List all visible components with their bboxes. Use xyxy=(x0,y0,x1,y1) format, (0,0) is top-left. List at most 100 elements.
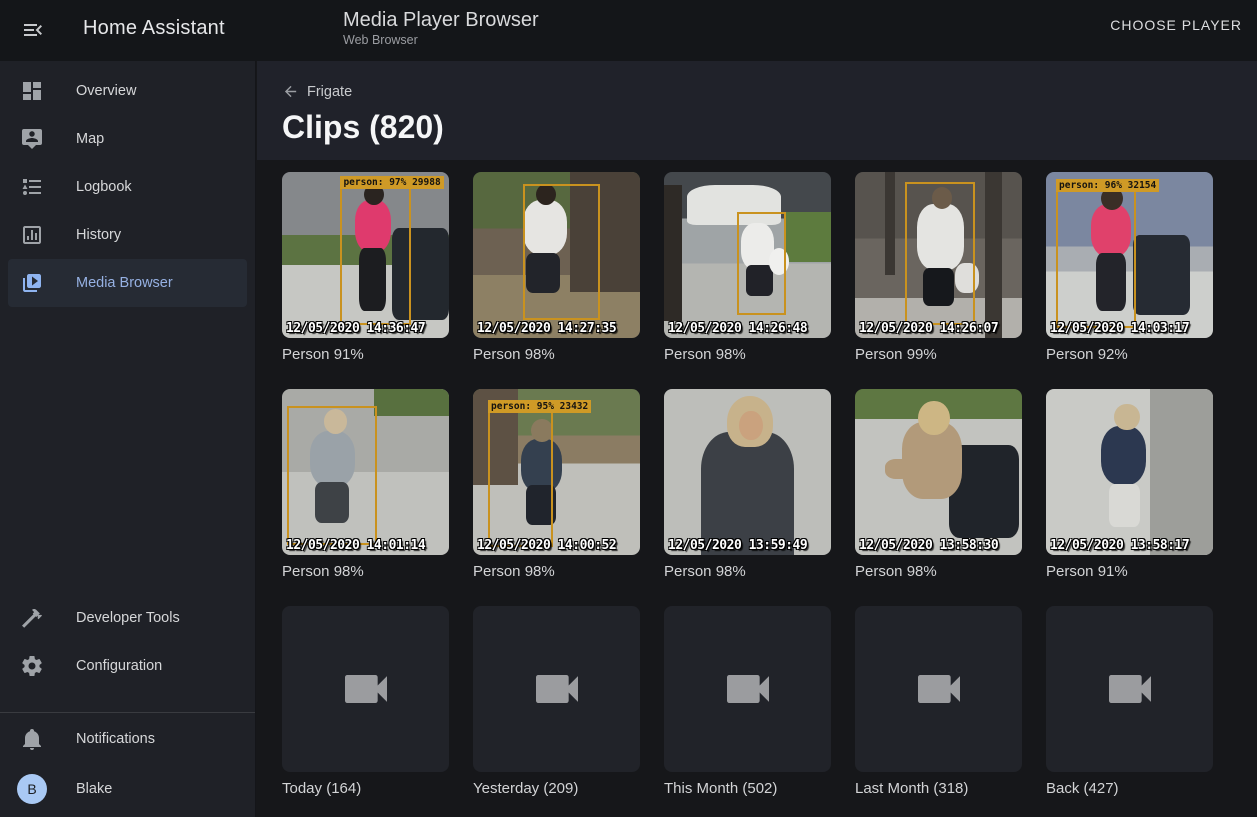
clip-label: Person 98% xyxy=(855,563,1022,580)
format-list-icon xyxy=(20,175,44,199)
hammer-icon xyxy=(20,606,44,630)
clip-timestamp: 12/05/2020 14:00:52 xyxy=(477,538,616,553)
clip-tile[interactable]: 12/05/2020 14:26:07 Person 99% xyxy=(855,172,1022,363)
scene-shape xyxy=(1109,484,1139,527)
folder-tile-back-427[interactable]: Back (427) xyxy=(1046,606,1213,797)
clip-label: Person 98% xyxy=(282,563,449,580)
clip-timestamp: 12/05/2020 14:01:14 xyxy=(286,538,425,553)
sidebar-item-overview[interactable]: Overview xyxy=(8,67,247,115)
menu-open-icon[interactable] xyxy=(20,18,46,44)
clip-timestamp: 12/05/2020 13:58:30 xyxy=(859,538,998,553)
detection-box: person: 97% 29988 xyxy=(340,187,410,325)
clip-tile[interactable]: person: 95% 2343212/05/2020 14:00:52 Pers… xyxy=(473,389,640,580)
detection-box xyxy=(905,182,975,325)
cog-icon xyxy=(20,654,44,678)
clip-tile[interactable]: 12/05/2020 14:26:48Person 98% xyxy=(664,172,831,363)
scene-shape xyxy=(1101,426,1146,486)
clip-thumbnail: 12/05/2020 14:27:35 xyxy=(473,172,640,338)
scene-shape xyxy=(701,432,795,555)
clip-thumbnail: 12/05/2020 14:01:14 xyxy=(282,389,449,555)
app-bar: Home Assistant Media Player Browser Web … xyxy=(0,0,1257,61)
clip-thumbnail: 12/05/2020 13:58:17 xyxy=(1046,389,1213,555)
clip-tile[interactable]: 12/05/2020 13:58:17 Person 91% xyxy=(1046,389,1213,580)
detection-box: person: 95% 23432 xyxy=(488,411,553,547)
sidebar-item-label: Logbook xyxy=(76,179,132,195)
detection-box: person: 96% 32154 xyxy=(1056,190,1136,328)
folder-thumbnail xyxy=(282,606,449,772)
scene-shape xyxy=(1133,235,1190,315)
folder-label: Today (164) xyxy=(282,780,449,797)
sidebar-item-label: Media Browser xyxy=(76,275,173,291)
folder-thumbnail xyxy=(855,606,1022,772)
scene-shape xyxy=(739,411,762,441)
clip-label: Person 91% xyxy=(282,346,449,363)
detection-label: person: 97% 29988 xyxy=(340,176,443,189)
folder-label: This Month (502) xyxy=(664,780,831,797)
clip-label: Person 99% xyxy=(855,346,1022,363)
play-box-multiple-icon xyxy=(20,271,44,295)
video-icon xyxy=(720,661,776,717)
scene-shape xyxy=(664,185,682,321)
content-header: Frigate Clips (820) xyxy=(257,61,1257,160)
sidebar-item-map[interactable]: Map xyxy=(8,115,247,163)
folder-thumbnail xyxy=(473,606,640,772)
clip-tile[interactable]: person: 97% 2998812/05/2020 14:36:47Pers… xyxy=(282,172,449,363)
clip-timestamp: 12/05/2020 14:27:35 xyxy=(477,321,616,336)
detection-box xyxy=(287,406,377,545)
sidebar-item-label: Overview xyxy=(76,83,136,99)
clip-tile[interactable]: 12/05/2020 14:01:14 Person 98% xyxy=(282,389,449,580)
clip-label: Person 98% xyxy=(473,563,640,580)
chart-box-icon xyxy=(20,223,44,247)
clip-thumbnail: person: 95% 2343212/05/2020 14:00:52 xyxy=(473,389,640,555)
clip-timestamp: 12/05/2020 14:03:17 xyxy=(1050,321,1189,336)
clip-thumbnail: 12/05/2020 14:26:48 xyxy=(664,172,831,338)
clip-tile[interactable]: 12/05/2020 13:58:30 Person 98% xyxy=(855,389,1022,580)
bell-icon xyxy=(20,727,44,751)
sidebar-item-label: Developer Tools xyxy=(76,610,180,626)
detection-box xyxy=(737,212,785,315)
sidebar-item-media-browser[interactable]: Media Browser xyxy=(8,259,247,307)
app-title: Home Assistant xyxy=(83,17,225,40)
clip-timestamp: 12/05/2020 13:59:49 xyxy=(668,538,807,553)
clip-thumbnail: 12/05/2020 14:26:07 xyxy=(855,172,1022,338)
sidebar-item-user[interactable]: B Blake xyxy=(8,763,247,815)
clip-timestamp: 12/05/2020 14:36:47 xyxy=(286,321,425,336)
clip-label: Person 91% xyxy=(1046,563,1213,580)
folder-tile-yesterday-209[interactable]: Yesterday (209) xyxy=(473,606,640,797)
clip-timestamp: 12/05/2020 14:26:48 xyxy=(668,321,807,336)
folder-thumbnail xyxy=(664,606,831,772)
scene-shape xyxy=(985,172,1002,338)
scene-shape xyxy=(374,389,449,416)
video-icon xyxy=(529,661,585,717)
clip-label: Person 98% xyxy=(473,346,640,363)
choose-player-button[interactable]: CHOOSE PLAYER xyxy=(1110,17,1242,33)
sidebar-item-developer-tools[interactable]: Developer Tools xyxy=(8,594,247,642)
sidebar-bottom: Developer Tools Configuration Notificatio… xyxy=(0,594,255,815)
arrow-left-icon xyxy=(282,83,299,100)
folder-label: Last Month (318) xyxy=(855,780,1022,797)
breadcrumb-back-frigate[interactable]: Frigate xyxy=(282,83,352,100)
clip-tile[interactable]: 12/05/2020 14:27:35 Person 98% xyxy=(473,172,640,363)
sidebar-item-history[interactable]: History xyxy=(8,211,247,259)
folder-label: Back (427) xyxy=(1046,780,1213,797)
sidebar-item-label: Notifications xyxy=(76,731,155,747)
clip-tile[interactable]: person: 96% 3215412/05/2020 14:03:17Pers… xyxy=(1046,172,1213,363)
video-icon xyxy=(1102,661,1158,717)
breadcrumb-label: Frigate xyxy=(307,84,352,100)
sidebar-item-label: History xyxy=(76,227,121,243)
sidebar-item-notifications[interactable]: Notifications xyxy=(8,715,247,763)
content-body: person: 97% 2998812/05/2020 14:36:47Pers… xyxy=(257,160,1257,817)
sidebar: Overview Map Logbook History Media Browser D… xyxy=(0,61,256,817)
clip-timestamp: 12/05/2020 13:58:17 xyxy=(1050,538,1189,553)
page-header: Media Player Browser Web Browser xyxy=(343,8,539,48)
sidebar-divider xyxy=(0,712,255,713)
clip-tile[interactable]: 12/05/2020 13:59:49Person 98% xyxy=(664,389,831,580)
clip-timestamp: 12/05/2020 14:26:07 xyxy=(859,321,998,336)
folder-tile-today-164[interactable]: Today (164) xyxy=(282,606,449,797)
folder-label: Yesterday (209) xyxy=(473,780,640,797)
sidebar-item-configuration[interactable]: Configuration xyxy=(8,642,247,690)
folder-tile-this-month-502[interactable]: This Month (502) xyxy=(664,606,831,797)
scene-shape xyxy=(1114,404,1139,431)
sidebar-item-logbook[interactable]: Logbook xyxy=(8,163,247,211)
folder-tile-last-month-318[interactable]: Last Month (318) xyxy=(855,606,1022,797)
